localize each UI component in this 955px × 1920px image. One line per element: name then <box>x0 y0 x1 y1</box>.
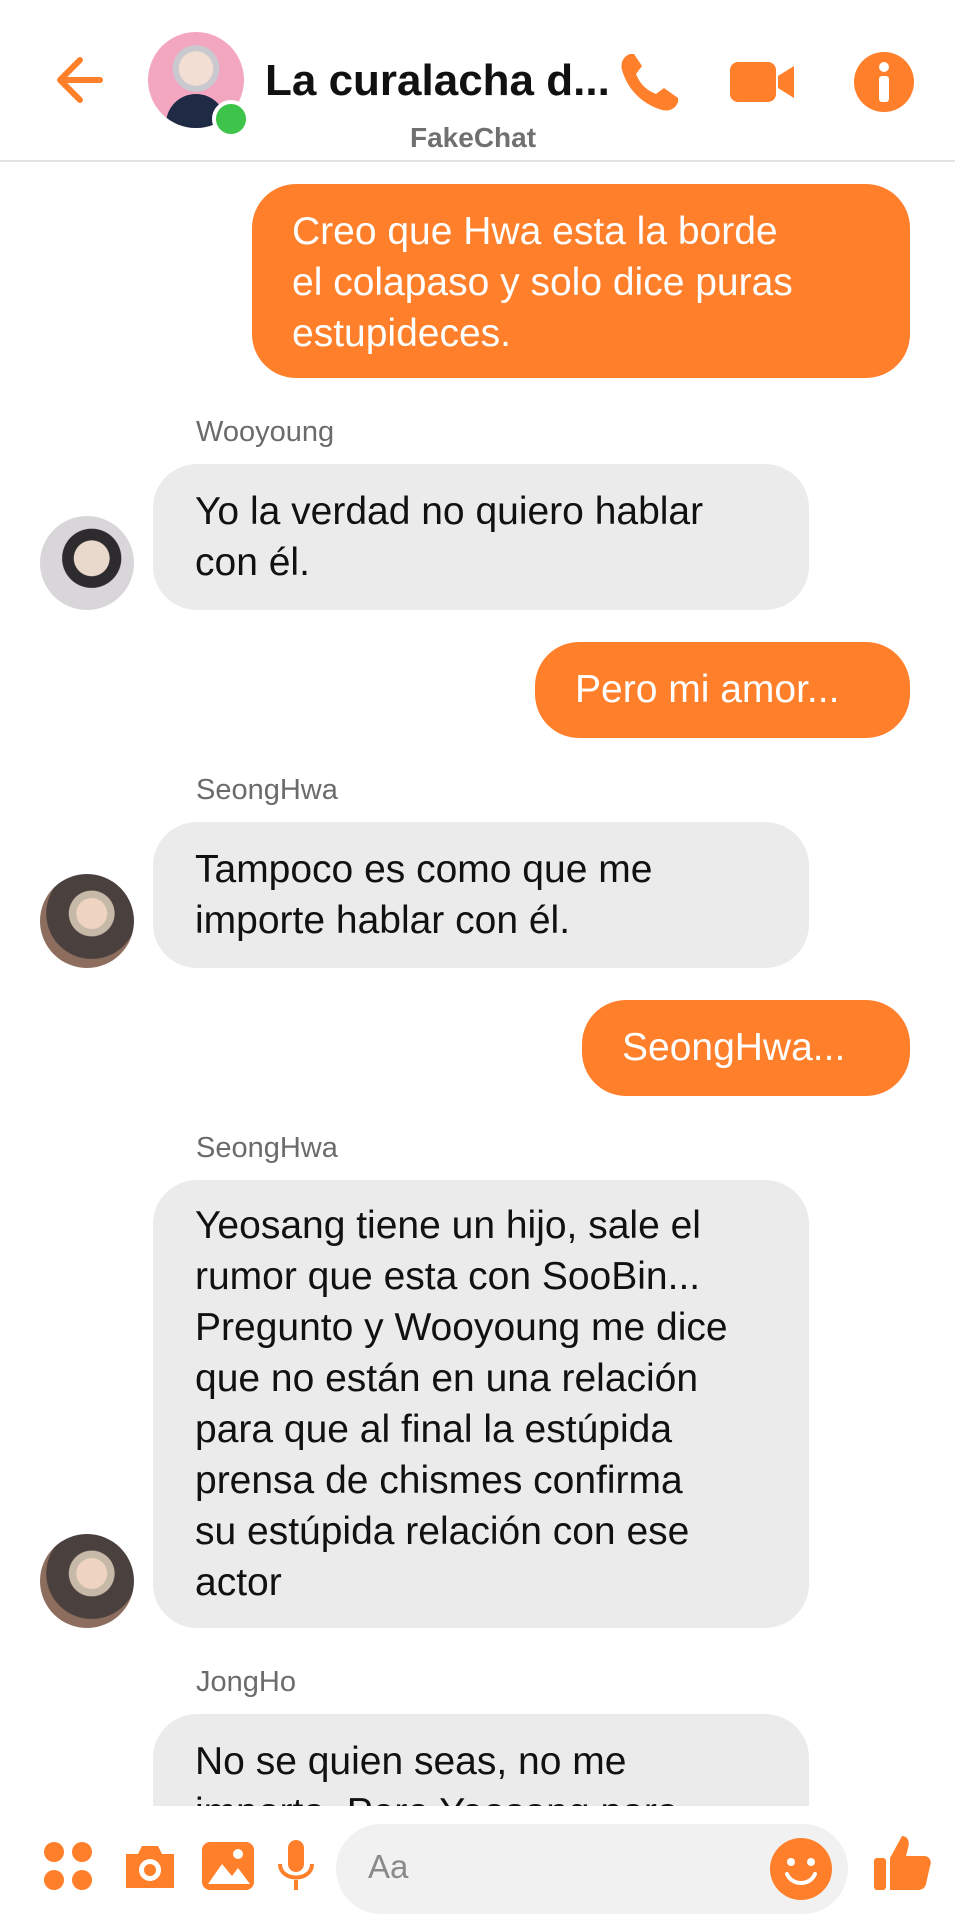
back-arrow-icon[interactable] <box>50 48 114 112</box>
message-line: con él. <box>195 541 310 584</box>
message-line: rumor que esta con SooBin... <box>195 1255 701 1298</box>
camera-icon[interactable] <box>120 1836 180 1896</box>
sender-name: SeongHwa <box>196 1132 338 1164</box>
phone-icon[interactable] <box>614 46 686 118</box>
message-line: actor <box>195 1561 282 1604</box>
outgoing-message[interactable]: Pero mi amor... <box>535 642 910 738</box>
avatar-seonghwa[interactable] <box>40 874 134 968</box>
message-line: Yeosang tiene un hijo, sale el <box>195 1204 701 1247</box>
message-line: que no están en una relación <box>195 1357 699 1400</box>
avatar-seonghwa[interactable] <box>40 1534 134 1628</box>
microphone-icon[interactable] <box>266 1836 326 1896</box>
message-line: importe hablar con él. <box>195 899 571 942</box>
message-line: Pregunto y Wooyoung me dice <box>195 1306 728 1349</box>
message-line: Pero mi amor... <box>575 668 840 711</box>
message-line: el colapaso y solo dice puras <box>292 261 793 304</box>
message-line: prensa de chismes confirma <box>195 1459 683 1502</box>
sender-name: Wooyoung <box>196 416 335 448</box>
message-line: Creo que Hwa esta la borde <box>292 210 778 253</box>
chat-header: La curalacha d... FakeChat <box>0 0 955 162</box>
sender-name: JongHo <box>196 1666 296 1698</box>
incoming-message[interactable]: Yeosang tiene un hijo, sale el rumor que… <box>153 1180 809 1628</box>
message-line: SeongHwa... <box>622 1026 846 1069</box>
message-line: para que al final la estúpida <box>195 1408 673 1451</box>
message-line: Tampoco es como que me <box>195 848 653 891</box>
message-line: importa. Pero Yeosang para <box>195 1787 679 1806</box>
sender-name: SeongHwa <box>196 774 338 806</box>
group-avatar[interactable] <box>148 32 250 138</box>
info-icon[interactable] <box>848 46 920 118</box>
incoming-message[interactable]: Yo la verdad no quiero hablar con él. <box>153 464 809 610</box>
outgoing-message[interactable]: SeongHwa... <box>582 1000 910 1096</box>
message-line: su estúpida relación con ese <box>195 1510 690 1553</box>
message-list[interactable]: Creo que Hwa esta la borde el colapaso y… <box>0 162 955 1806</box>
incoming-message[interactable]: No se quien seas, no me importa. Pero Ye… <box>153 1714 809 1806</box>
avatar-wooyoung[interactable] <box>40 516 134 610</box>
message-input-placeholder: Aa <box>368 1848 409 1885</box>
emoji-icon[interactable] <box>768 1836 834 1902</box>
message-line: Yo la verdad no quiero hablar <box>195 490 704 533</box>
message-line: estupideces. <box>292 312 511 355</box>
outgoing-message[interactable]: Creo que Hwa esta la borde el colapaso y… <box>252 184 910 378</box>
video-camera-icon[interactable] <box>726 46 798 118</box>
app-name: FakeChat <box>410 122 537 153</box>
image-icon[interactable] <box>198 1836 258 1896</box>
chat-title[interactable]: La curalacha d... <box>265 56 610 106</box>
message-composer: Aa <box>0 1806 955 1920</box>
message-input[interactable]: Aa <box>336 1824 848 1914</box>
thumbs-up-icon[interactable] <box>870 1830 934 1894</box>
message-line: No se quien seas, no me <box>195 1740 627 1783</box>
incoming-message[interactable]: Tampoco es como que me importe hablar co… <box>153 822 809 968</box>
online-status-dot <box>212 100 250 138</box>
menu-dots-icon[interactable] <box>38 1836 98 1896</box>
